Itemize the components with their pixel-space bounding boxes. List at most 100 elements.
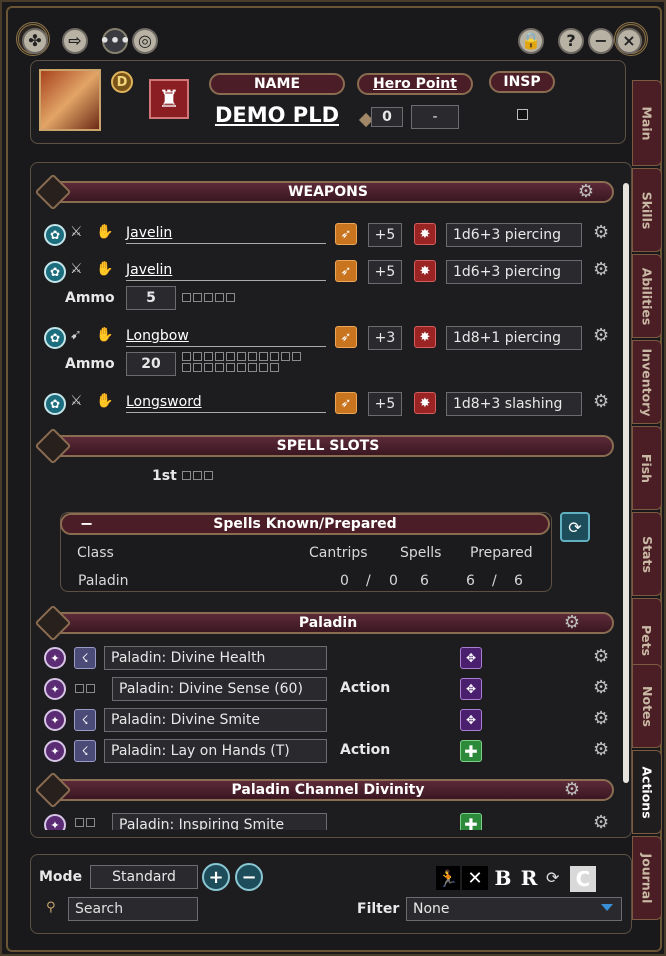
crossed-swords-icon[interactable]: ✕ bbox=[462, 866, 488, 890]
mode-select[interactable]: Standard bbox=[90, 865, 198, 889]
usage-icon[interactable]: ☇ bbox=[74, 647, 96, 669]
target-icon[interactable]: ◎ bbox=[132, 28, 158, 54]
collapse-button[interactable]: − bbox=[80, 514, 93, 533]
attack-roll-icon[interactable]: ➶ bbox=[335, 223, 357, 245]
attack-bonus[interactable]: +5 bbox=[368, 260, 402, 284]
damage-value[interactable]: 1d8+1 piercing bbox=[446, 326, 582, 350]
weapons-gear-icon[interactable]: ⚙ bbox=[578, 183, 594, 201]
damage-roll-icon[interactable]: ✸ bbox=[414, 260, 436, 282]
hero-point-value[interactable]: 0 bbox=[371, 107, 403, 127]
spells-known-count[interactable]: 6 bbox=[420, 573, 429, 589]
attack-roll-icon[interactable]: ➶ bbox=[335, 260, 357, 282]
export-icon[interactable]: ⇨ bbox=[62, 28, 88, 54]
heal-icon[interactable]: ✚ bbox=[460, 740, 482, 762]
weapon-name[interactable]: Javelin bbox=[126, 224, 326, 244]
power-gear-icon[interactable]: ⚙ bbox=[593, 648, 609, 666]
damage-value[interactable]: 1d6+3 piercing bbox=[446, 223, 582, 247]
ammo-pips[interactable] bbox=[182, 352, 308, 372]
power-gear-icon[interactable]: ⚙ bbox=[593, 814, 609, 831]
portrait[interactable] bbox=[39, 69, 101, 131]
run-icon[interactable]: 🏃 bbox=[436, 866, 460, 890]
ammo-pips[interactable] bbox=[182, 293, 252, 302]
c-toggle[interactable]: C bbox=[570, 866, 596, 892]
tab-main[interactable]: Main bbox=[632, 80, 662, 166]
hand-icon[interactable]: ✋ bbox=[96, 393, 113, 409]
weapon-gear-icon[interactable]: ⚙ bbox=[593, 261, 609, 279]
damage-value[interactable]: 1d6+3 piercing bbox=[446, 260, 582, 284]
power-name[interactable]: Paladin: Divine Smite bbox=[104, 708, 327, 732]
minimize-button[interactable]: − bbox=[588, 28, 614, 54]
difficulty-badge[interactable]: D bbox=[111, 71, 133, 93]
weapon-name[interactable]: Longbow bbox=[126, 327, 326, 347]
back-icon[interactable]: ✤ bbox=[22, 28, 48, 54]
power-type-icon[interactable]: ✦ bbox=[44, 740, 66, 762]
r-toggle[interactable]: R bbox=[518, 866, 540, 890]
uses-pips[interactable] bbox=[75, 818, 99, 827]
channel-gear-icon[interactable]: ⚙ bbox=[564, 781, 580, 799]
effect-icon[interactable]: ✥ bbox=[460, 678, 482, 700]
insp-checkbox[interactable] bbox=[517, 109, 528, 120]
weapon-proficiency-icon[interactable]: ✿ bbox=[44, 261, 66, 283]
damage-value[interactable]: 1d8+3 slashing bbox=[446, 392, 582, 416]
close-button[interactable]: × bbox=[616, 28, 642, 54]
hand-icon[interactable]: ✋ bbox=[96, 224, 113, 240]
power-gear-icon[interactable]: ⚙ bbox=[593, 679, 609, 697]
hand-icon[interactable]: ✋ bbox=[96, 261, 113, 277]
effect-icon[interactable]: ✥ bbox=[460, 709, 482, 731]
prepared-count[interactable]: 6 bbox=[466, 573, 475, 589]
spell-slot-pips[interactable] bbox=[182, 471, 222, 480]
lock-icon[interactable]: 🔒 bbox=[518, 28, 544, 54]
add-icon[interactable]: + bbox=[202, 863, 230, 891]
tab-fish[interactable]: Fish bbox=[632, 426, 662, 510]
damage-roll-icon[interactable]: ✸ bbox=[414, 326, 436, 348]
filter-select[interactable]: None bbox=[406, 897, 622, 921]
scrollbar[interactable] bbox=[623, 183, 629, 783]
paladin-gear-icon[interactable]: ⚙ bbox=[564, 614, 580, 632]
attack-bonus[interactable]: +5 bbox=[368, 392, 402, 416]
refresh-small-icon[interactable]: ⟳ bbox=[546, 868, 559, 887]
weapon-proficiency-icon[interactable]: ✿ bbox=[44, 224, 66, 246]
weapon-proficiency-icon[interactable]: ✿ bbox=[44, 327, 66, 349]
dropdown-arrow-icon[interactable] bbox=[601, 904, 613, 911]
tab-inventory[interactable]: Inventory bbox=[632, 340, 662, 424]
hand-icon[interactable]: ✋ bbox=[96, 327, 113, 343]
power-name[interactable]: Paladin: Divine Sense (60) bbox=[112, 677, 327, 701]
ammo-value[interactable]: 5 bbox=[126, 286, 176, 310]
power-type-icon[interactable]: ✦ bbox=[44, 647, 66, 669]
power-name[interactable]: Paladin: Inspiring Smite bbox=[112, 813, 327, 830]
tab-abilities[interactable]: Abilities bbox=[632, 254, 662, 338]
power-type-icon[interactable]: ✦ bbox=[44, 709, 66, 731]
tab-notes[interactable]: Notes bbox=[632, 664, 662, 748]
uses-pips[interactable] bbox=[75, 684, 99, 693]
attack-roll-icon[interactable]: ➶ bbox=[335, 326, 357, 348]
power-name[interactable]: Paladin: Lay on Hands (T) bbox=[104, 739, 327, 763]
weapon-gear-icon[interactable]: ⚙ bbox=[593, 393, 609, 411]
b-toggle[interactable]: B bbox=[492, 866, 514, 890]
cantrips-known[interactable]: 0 bbox=[340, 573, 349, 589]
weapon-gear-icon[interactable]: ⚙ bbox=[593, 224, 609, 242]
power-type-icon[interactable]: ✦ bbox=[44, 678, 66, 700]
character-name[interactable]: DEMO PLD bbox=[209, 103, 345, 127]
heal-icon[interactable]: ✚ bbox=[460, 813, 482, 830]
power-type-icon[interactable]: ✦ bbox=[44, 814, 66, 830]
damage-roll-icon[interactable]: ✸ bbox=[414, 223, 436, 245]
tab-journal[interactable]: Journal bbox=[632, 836, 662, 920]
melee-icon[interactable]: ⚔ bbox=[70, 393, 83, 409]
ranged-icon[interactable]: ➹ bbox=[70, 327, 82, 343]
search-input[interactable]: Search bbox=[68, 897, 198, 921]
usage-icon[interactable]: ☇ bbox=[74, 740, 96, 762]
power-name[interactable]: Paladin: Divine Health bbox=[104, 646, 327, 670]
power-gear-icon[interactable]: ⚙ bbox=[593, 710, 609, 728]
chat-icon[interactable]: ••• bbox=[100, 28, 130, 54]
hero-point-extra[interactable]: - bbox=[411, 105, 459, 129]
power-gear-icon[interactable]: ⚙ bbox=[593, 741, 609, 759]
attack-bonus[interactable]: +3 bbox=[368, 326, 402, 350]
tab-stats[interactable]: Stats bbox=[632, 512, 662, 596]
weapon-name[interactable]: Longsword bbox=[126, 393, 326, 413]
help-button[interactable]: ? bbox=[558, 28, 584, 54]
attack-roll-icon[interactable]: ➶ bbox=[335, 392, 357, 414]
castle-icon[interactable]: ♜ bbox=[149, 79, 189, 119]
tab-actions[interactable]: Actions bbox=[632, 750, 662, 834]
weapon-name[interactable]: Javelin bbox=[126, 261, 326, 281]
attack-bonus[interactable]: +5 bbox=[368, 223, 402, 247]
